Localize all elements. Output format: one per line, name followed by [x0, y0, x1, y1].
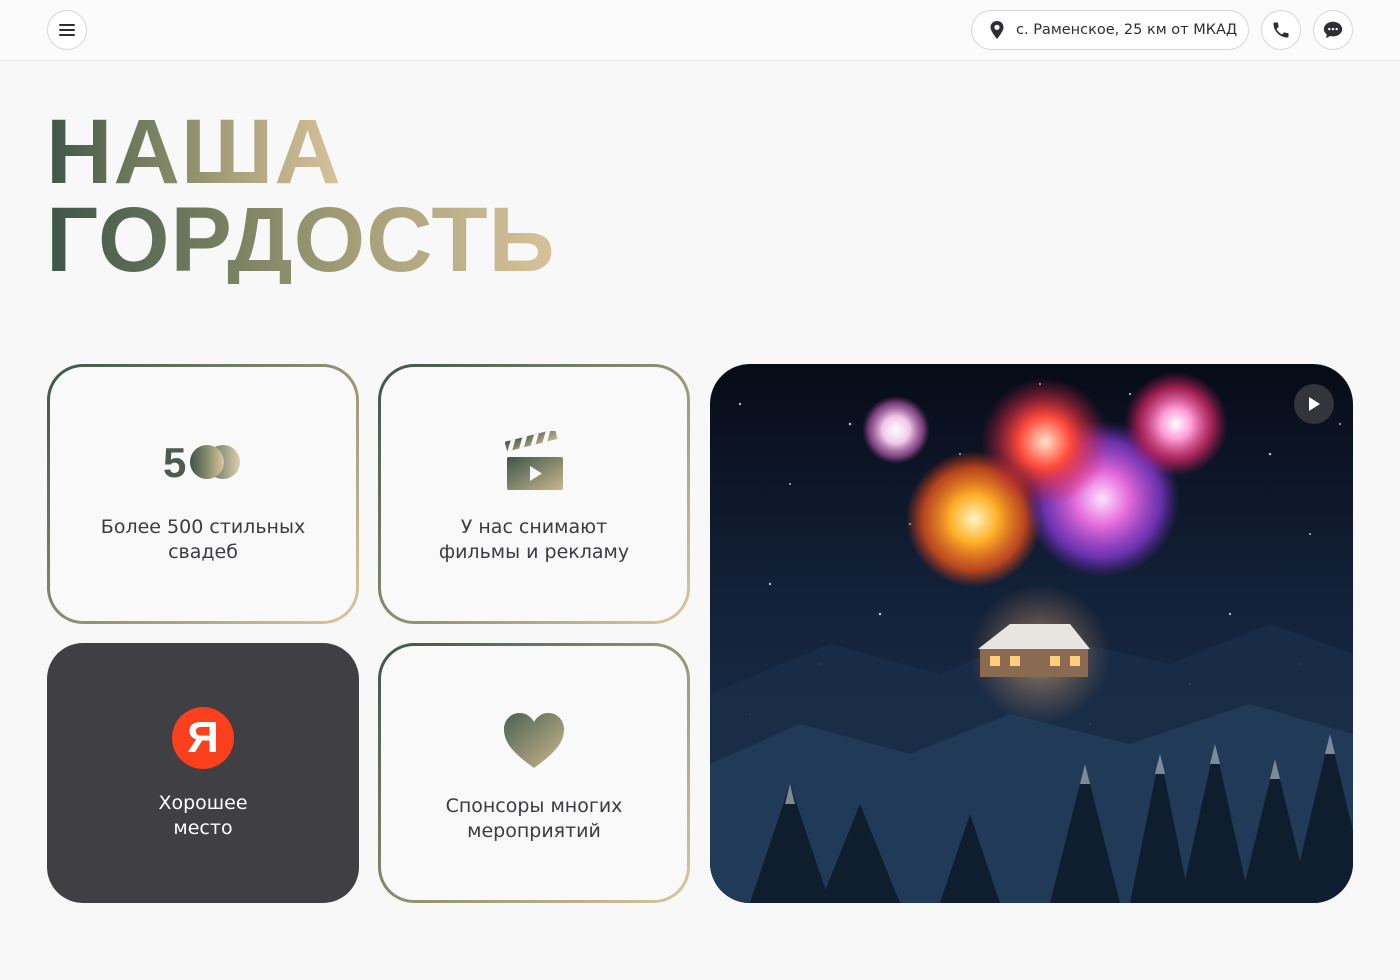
card-sponsors-caption: Спонсоры многих мероприятий [445, 795, 623, 842]
play-button[interactable] [1294, 384, 1334, 424]
clapperboard-icon [503, 429, 565, 495]
video-player[interactable] [710, 364, 1353, 903]
card-good-place[interactable]: Я Хорошее место [47, 643, 359, 903]
yandex-logo-icon: Я [172, 707, 234, 769]
location-button[interactable]: с. Раменское, 25 км от МКАД [971, 10, 1249, 50]
card-sponsors: Спонсоры многих мероприятий [378, 643, 690, 903]
menu-icon [59, 24, 75, 36]
fireworks-video-thumbnail [710, 364, 1353, 903]
heart-icon [503, 708, 565, 774]
location-text: с. Раменское, 25 км от МКАД [1016, 22, 1238, 38]
phone-icon [1273, 22, 1289, 38]
card-films-caption: У нас снимают фильмы и рекламу [438, 516, 630, 563]
card-weddings-caption: Более 500 стильных свадеб [100, 516, 306, 563]
page-title-line-1: НАША [46, 101, 342, 203]
500-icon: 5 [163, 429, 243, 495]
card-films: У нас снимают фильмы и рекламу [378, 364, 690, 624]
card-good-place-caption: Хорошее место [158, 792, 248, 839]
card-weddings: 5 Более 500 стильных свадеб [47, 364, 359, 624]
play-icon [1309, 397, 1320, 411]
chat-button[interactable] [1313, 10, 1353, 50]
top-header: с. Раменское, 25 км от МКАД [0, 0, 1400, 61]
location-pin-icon [990, 21, 1004, 39]
menu-button[interactable] [47, 10, 87, 50]
phone-button[interactable] [1261, 10, 1301, 50]
page-title-line-2: ГОРДОСТЬ [46, 189, 556, 291]
svg-text:5: 5 [163, 440, 186, 484]
chat-icon [1323, 21, 1343, 39]
page-title: НАША ГОРДОСТЬ [46, 101, 556, 291]
